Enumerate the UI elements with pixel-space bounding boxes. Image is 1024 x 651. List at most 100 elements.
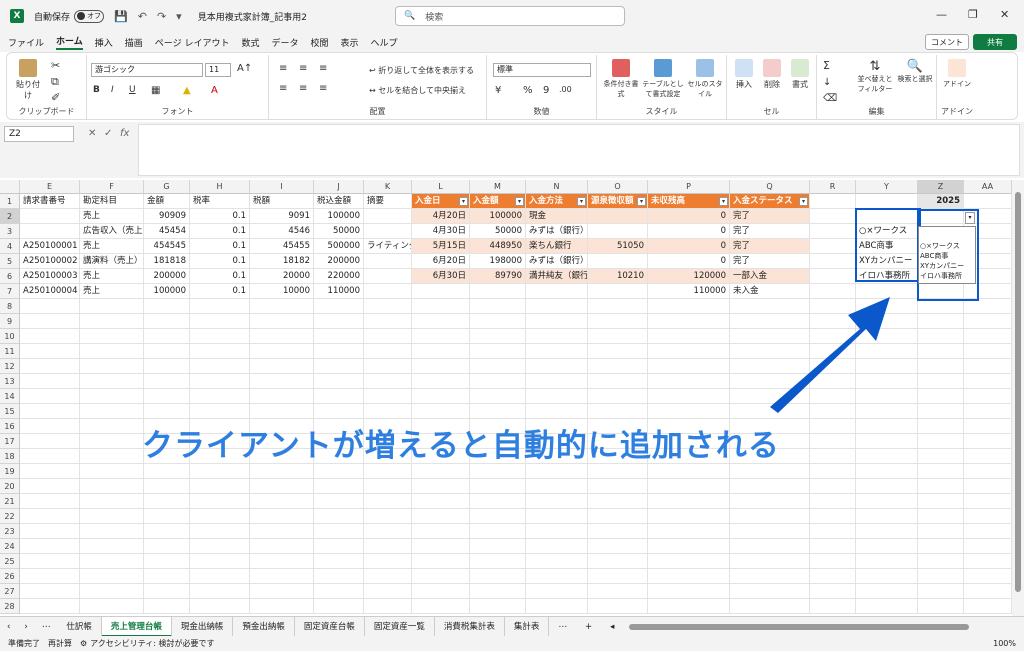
table-cell[interactable]: 完了	[730, 239, 810, 254]
grid-cell[interactable]	[470, 374, 526, 389]
menu-tab[interactable]: ページ レイアウト	[155, 36, 230, 49]
comment-button[interactable]: コメント	[925, 34, 969, 50]
grid-cell[interactable]	[412, 344, 470, 359]
table-header[interactable]: 未収残高 ▾	[648, 194, 730, 209]
addin-button[interactable]: アドイン	[941, 59, 973, 89]
percent-icon[interactable]: %	[523, 85, 533, 96]
grid-cell[interactable]	[20, 299, 80, 314]
grid-cell[interactable]	[144, 569, 190, 584]
table-cell[interactable]: 20000	[250, 269, 314, 284]
grid-cell[interactable]	[190, 389, 250, 404]
grid-cell[interactable]	[190, 344, 250, 359]
grid-cell[interactable]	[918, 509, 964, 524]
grid-cell[interactable]	[412, 569, 470, 584]
grid-cell[interactable]	[250, 299, 314, 314]
sheet-tab[interactable]: 固定資産台帳	[295, 616, 365, 637]
autosave-toggle[interactable]: オフ	[74, 9, 105, 23]
align-bottom-icon[interactable]: ≡	[319, 63, 327, 74]
more-sheets-icon[interactable]: ⋯	[35, 617, 58, 637]
menu-tab[interactable]: 表示	[341, 36, 359, 49]
grid-cell[interactable]	[730, 599, 810, 614]
grid-cell[interactable]	[364, 554, 412, 569]
grid-cell[interactable]	[412, 374, 470, 389]
grid-cell[interactable]	[648, 464, 730, 479]
table-cell[interactable]: 89790	[470, 269, 526, 284]
grid-cell[interactable]	[144, 599, 190, 614]
grid-cell[interactable]	[190, 329, 250, 344]
grid-cell[interactable]	[364, 359, 412, 374]
dropdown-arrow-icon[interactable]: ▾	[965, 212, 975, 224]
grid-cell[interactable]	[526, 314, 588, 329]
grid-cell[interactable]	[80, 539, 144, 554]
grid-cell[interactable]	[190, 314, 250, 329]
column-header[interactable]: R	[810, 180, 856, 194]
grid-cell[interactable]	[144, 479, 190, 494]
menu-tab[interactable]: ホーム	[56, 34, 83, 50]
grid-cell[interactable]	[80, 359, 144, 374]
grid-cell[interactable]	[588, 554, 648, 569]
grid-cell[interactable]	[314, 464, 364, 479]
table-cell[interactable]: 500000	[314, 239, 364, 254]
table-cell[interactable]	[412, 284, 470, 299]
table-cell[interactable]	[588, 209, 648, 224]
grid-cell[interactable]	[250, 554, 314, 569]
select-all-corner[interactable]	[0, 180, 20, 194]
table-cell[interactable]: 5月15日	[412, 239, 470, 254]
grid-cell[interactable]	[250, 584, 314, 599]
grid-cell[interactable]	[810, 569, 856, 584]
table-cell[interactable]: 50000	[314, 224, 364, 239]
grid-cell[interactable]	[470, 494, 526, 509]
grid-cell[interactable]	[190, 554, 250, 569]
table-cell[interactable]: 10000	[250, 284, 314, 299]
grid-cell[interactable]	[314, 494, 364, 509]
grid-cell[interactable]	[80, 389, 144, 404]
table-cell[interactable]: 4月20日	[412, 209, 470, 224]
grow-font-icon[interactable]: A↑	[237, 63, 252, 74]
row-header[interactable]: 27	[0, 584, 20, 599]
grid-cell[interactable]	[918, 434, 964, 449]
grid-cell[interactable]	[364, 269, 412, 284]
grid-cell[interactable]	[918, 389, 964, 404]
merge-center-button[interactable]: ↔ セルを結合して中央揃え	[369, 85, 466, 96]
grid-cell[interactable]	[144, 314, 190, 329]
grid-cell[interactable]	[526, 599, 588, 614]
grid-cell[interactable]	[250, 389, 314, 404]
table-cell[interactable]: 120000	[648, 269, 730, 284]
status-accessibility[interactable]: アクセシビリティ: 検討が必要です	[90, 638, 214, 649]
dropdown-option[interactable]: ○×ワークス	[919, 241, 975, 251]
table-cell[interactable]: A250100002	[20, 254, 80, 269]
grid-cell[interactable]	[314, 569, 364, 584]
grid-cell[interactable]	[588, 599, 648, 614]
grid-cell[interactable]	[80, 554, 144, 569]
grid-cell[interactable]	[80, 434, 144, 449]
filter-dropdown-icon[interactable]: ▾	[719, 197, 728, 206]
grid-cell[interactable]	[80, 524, 144, 539]
row-header[interactable]: 11	[0, 344, 20, 359]
row-header[interactable]: 8	[0, 299, 20, 314]
row-header[interactable]: 21	[0, 494, 20, 509]
enter-icon[interactable]: ✓	[104, 128, 112, 139]
table-cell[interactable]: A250100003	[20, 269, 80, 284]
grid-cell[interactable]	[526, 524, 588, 539]
autosum-icon[interactable]: Σ	[823, 59, 830, 72]
grid-cell[interactable]	[526, 584, 588, 599]
row-header[interactable]: 5	[0, 254, 20, 269]
grid-cell[interactable]	[730, 584, 810, 599]
grid-cell[interactable]	[918, 404, 964, 419]
grid-cell[interactable]	[964, 569, 1012, 584]
grid-cell[interactable]	[856, 434, 918, 449]
table-header[interactable]: 入金額 ▾	[470, 194, 526, 209]
undo-icon[interactable]: ↶	[138, 10, 147, 23]
grid-cell[interactable]	[412, 494, 470, 509]
grid-cell[interactable]	[918, 299, 964, 314]
grid-cell[interactable]	[144, 539, 190, 554]
grid-cell[interactable]	[810, 599, 856, 614]
grid-cell[interactable]	[918, 359, 964, 374]
grid-cell[interactable]	[964, 299, 1012, 314]
sheet-tab[interactable]: 消費税集計表	[435, 616, 505, 637]
grid-cell[interactable]	[730, 554, 810, 569]
grid-cell[interactable]	[470, 509, 526, 524]
grid-cell[interactable]	[314, 374, 364, 389]
grid-cell[interactable]	[20, 539, 80, 554]
font-size-select[interactable]: 11	[205, 63, 231, 77]
